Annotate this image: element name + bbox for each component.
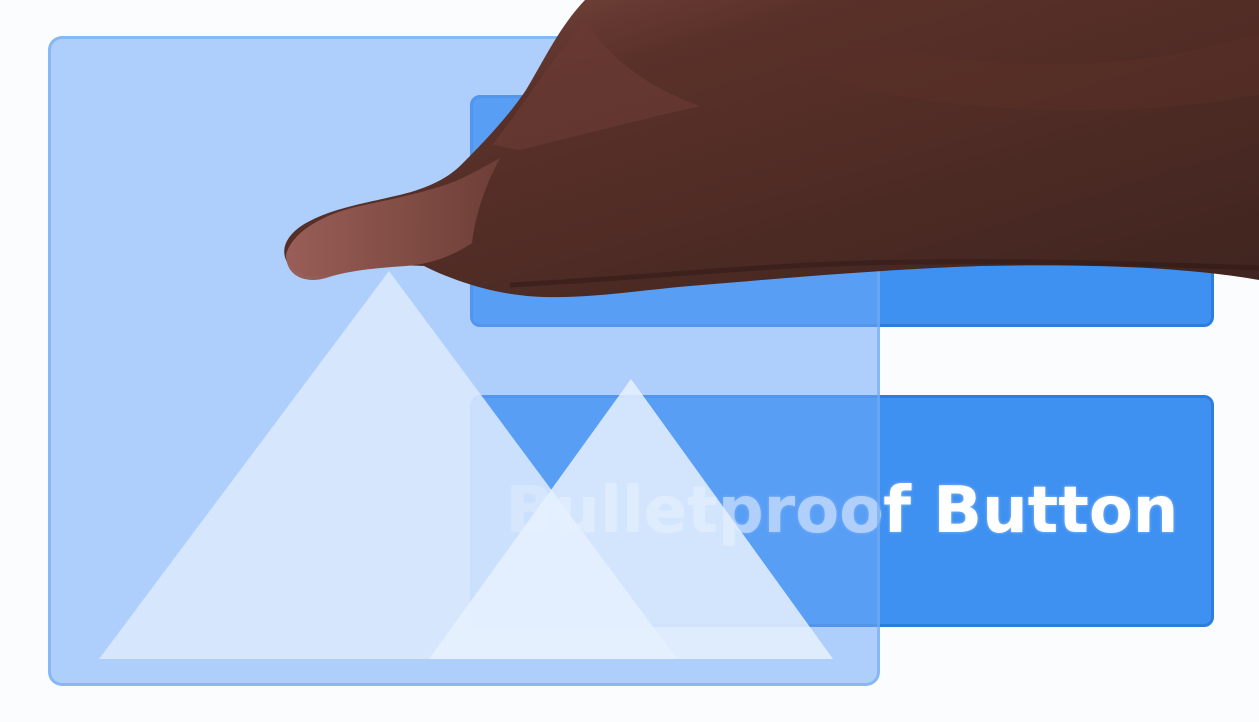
screen-stage: Bulletproof Button [0, 0, 1259, 722]
image-placeholder [48, 36, 880, 686]
mountain-icon [99, 271, 833, 659]
